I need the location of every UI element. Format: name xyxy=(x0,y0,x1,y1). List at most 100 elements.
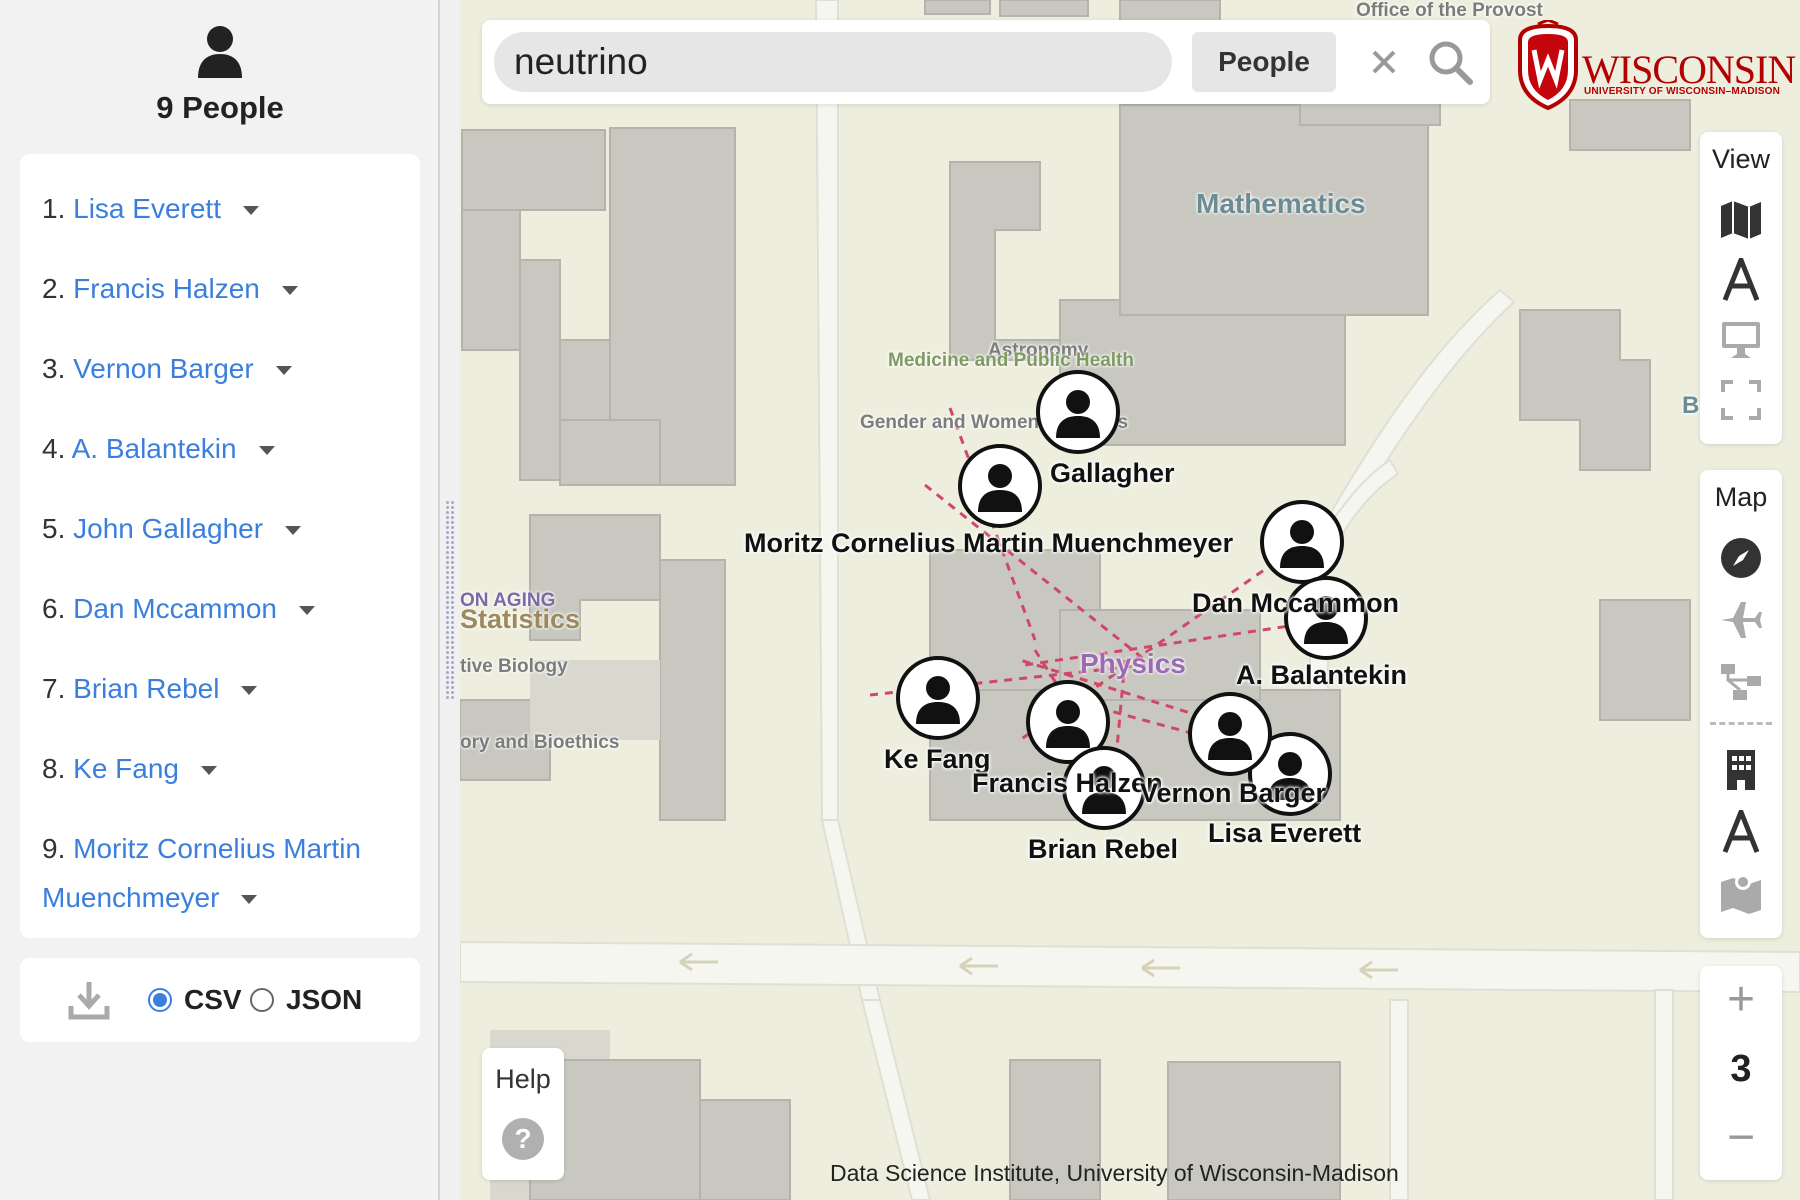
map-label-physics[interactable]: Physics xyxy=(1080,648,1186,680)
chevron-down-icon[interactable] xyxy=(241,686,258,696)
text-icon[interactable] xyxy=(1719,258,1763,302)
chevron-down-icon[interactable] xyxy=(275,366,292,376)
map-attribution: Data Science Institute, University of Wi… xyxy=(830,1160,1399,1186)
building xyxy=(999,0,1089,17)
map-label-mathematics[interactable]: Mathematics xyxy=(1196,188,1366,220)
building xyxy=(461,129,606,211)
person-link-continued[interactable]: Muenchmeyer xyxy=(42,882,219,913)
map-layers-panel: Map xyxy=(1700,470,1782,938)
map-icon[interactable] xyxy=(1719,198,1763,242)
list-item: 9. Moritz Cornelius Martin Muenchmeyer xyxy=(42,833,361,913)
person-link[interactable]: Ke Fang xyxy=(73,753,179,784)
person-link[interactable]: Moritz Cornelius Martin xyxy=(73,833,361,864)
chevron-down-icon[interactable] xyxy=(201,766,217,776)
person-link[interactable]: Brian Rebel xyxy=(73,673,219,704)
person-label[interactable]: Brian Rebel xyxy=(1028,834,1178,865)
fullscreen-icon[interactable] xyxy=(1719,378,1763,422)
person-label[interactable]: Francis Halzen xyxy=(972,768,1163,799)
people-count: 9 People xyxy=(156,90,284,125)
map-label-biology: tive Biology xyxy=(460,656,568,677)
person-link[interactable]: John Gallagher xyxy=(73,513,263,544)
view-panel-title: View xyxy=(1711,144,1771,174)
list-item: 6. Dan Mccammon xyxy=(42,584,398,664)
chevron-down-icon[interactable] xyxy=(258,446,275,456)
person-icon xyxy=(1046,700,1090,748)
person-link[interactable]: Francis Halzen xyxy=(73,273,260,304)
person-label[interactable]: Gallagher xyxy=(1050,458,1175,489)
airplane-icon[interactable] xyxy=(1719,598,1763,642)
list-item: 7. Brian Rebel xyxy=(42,664,398,744)
person-icon xyxy=(1280,520,1324,568)
person-marker[interactable] xyxy=(1188,692,1272,776)
help-panel[interactable]: Help ? xyxy=(482,1048,564,1180)
compass-icon[interactable] xyxy=(1719,536,1763,580)
person-link[interactable]: Vernon Barger xyxy=(73,353,254,384)
person-label[interactable]: Dan Mccammon xyxy=(1192,588,1399,619)
map-label-provost: Office of the Provost xyxy=(1356,0,1543,21)
download-icon[interactable] xyxy=(68,980,110,1020)
building xyxy=(1599,599,1691,721)
list-item: 8. Ke Fang xyxy=(42,744,398,824)
list-item: 2. Francis Halzen xyxy=(42,264,398,344)
person-link[interactable]: Dan Mccammon xyxy=(73,593,277,624)
close-icon[interactable] xyxy=(1362,40,1406,84)
map-label-partial: B xyxy=(1682,392,1700,419)
list-item: 3. Vernon Barger xyxy=(42,344,398,424)
map-panel-title: Map xyxy=(1714,482,1768,512)
building xyxy=(659,559,726,821)
uw-subtitle: UNIVERSITY OF WISCONSIN–MADISON xyxy=(1584,86,1781,97)
person-link[interactable]: A. Balantekin xyxy=(72,433,237,464)
monitor-icon[interactable] xyxy=(1719,318,1763,362)
list-item: 4. A. Balantekin xyxy=(42,424,398,504)
search-input[interactable] xyxy=(494,32,1172,92)
chevron-down-icon[interactable] xyxy=(281,286,298,296)
map-canvas[interactable]: Office of the Provost Mathematics Astron… xyxy=(460,0,1800,1200)
chevron-down-icon[interactable] xyxy=(298,606,315,616)
scope-button[interactable]: People xyxy=(1192,32,1336,92)
road xyxy=(460,940,1800,994)
building xyxy=(1119,0,1221,23)
list-item: 5. John Gallagher xyxy=(42,504,398,584)
text-icon[interactable] xyxy=(1719,810,1763,854)
person-label[interactable]: Vernon Barger xyxy=(1140,778,1326,809)
person-marker[interactable] xyxy=(896,656,980,740)
sidebar: 9 People 1. Lisa Everett 2. Francis Halz… xyxy=(0,0,440,1200)
road xyxy=(1654,989,1674,1200)
json-radio[interactable] xyxy=(250,988,274,1012)
search-bar: People xyxy=(482,20,1490,104)
person-icon xyxy=(978,464,1022,512)
csv-radio[interactable] xyxy=(148,988,172,1012)
person-label[interactable]: Moritz Cornelius Martin Muenchmeyer xyxy=(744,528,1233,559)
person-label[interactable]: A. Balantekin xyxy=(1236,660,1407,691)
sidebar-header: 9 People xyxy=(0,24,440,126)
help-label: Help xyxy=(495,1064,551,1094)
building xyxy=(519,259,561,481)
building xyxy=(559,339,611,421)
map-pin-icon[interactable] xyxy=(1719,870,1763,914)
people-list: 1. Lisa Everett 2. Francis Halzen 3. Ver… xyxy=(20,154,420,938)
list-item: 1. Lisa Everett xyxy=(42,184,398,264)
network-icon[interactable] xyxy=(1719,660,1763,704)
person-marker[interactable] xyxy=(1036,370,1120,454)
chevron-down-icon[interactable] xyxy=(241,895,258,905)
building-icon[interactable] xyxy=(1719,748,1763,792)
person-icon xyxy=(1208,712,1252,760)
resize-handle[interactable] xyxy=(445,500,455,700)
building xyxy=(1519,309,1651,471)
person-icon xyxy=(916,676,960,724)
search-icon[interactable] xyxy=(1426,38,1474,86)
road xyxy=(814,0,839,821)
person-icon xyxy=(1056,390,1100,438)
json-label: JSON xyxy=(286,984,363,1015)
person-link[interactable]: Lisa Everett xyxy=(73,193,221,224)
person-label[interactable]: Lisa Everett xyxy=(1208,818,1361,849)
zoom-in-button[interactable]: + xyxy=(1700,972,1782,1027)
map-label-medicine: Medicine and Public Health xyxy=(888,350,1134,371)
help-icon[interactable]: ? xyxy=(502,1118,544,1160)
chevron-down-icon[interactable] xyxy=(243,206,259,216)
zoom-out-button[interactable]: − xyxy=(1700,1110,1782,1165)
person-marker[interactable] xyxy=(958,444,1042,528)
chevron-down-icon[interactable] xyxy=(285,526,302,536)
csv-label: CSV xyxy=(184,984,242,1015)
person-marker[interactable] xyxy=(1260,500,1344,584)
